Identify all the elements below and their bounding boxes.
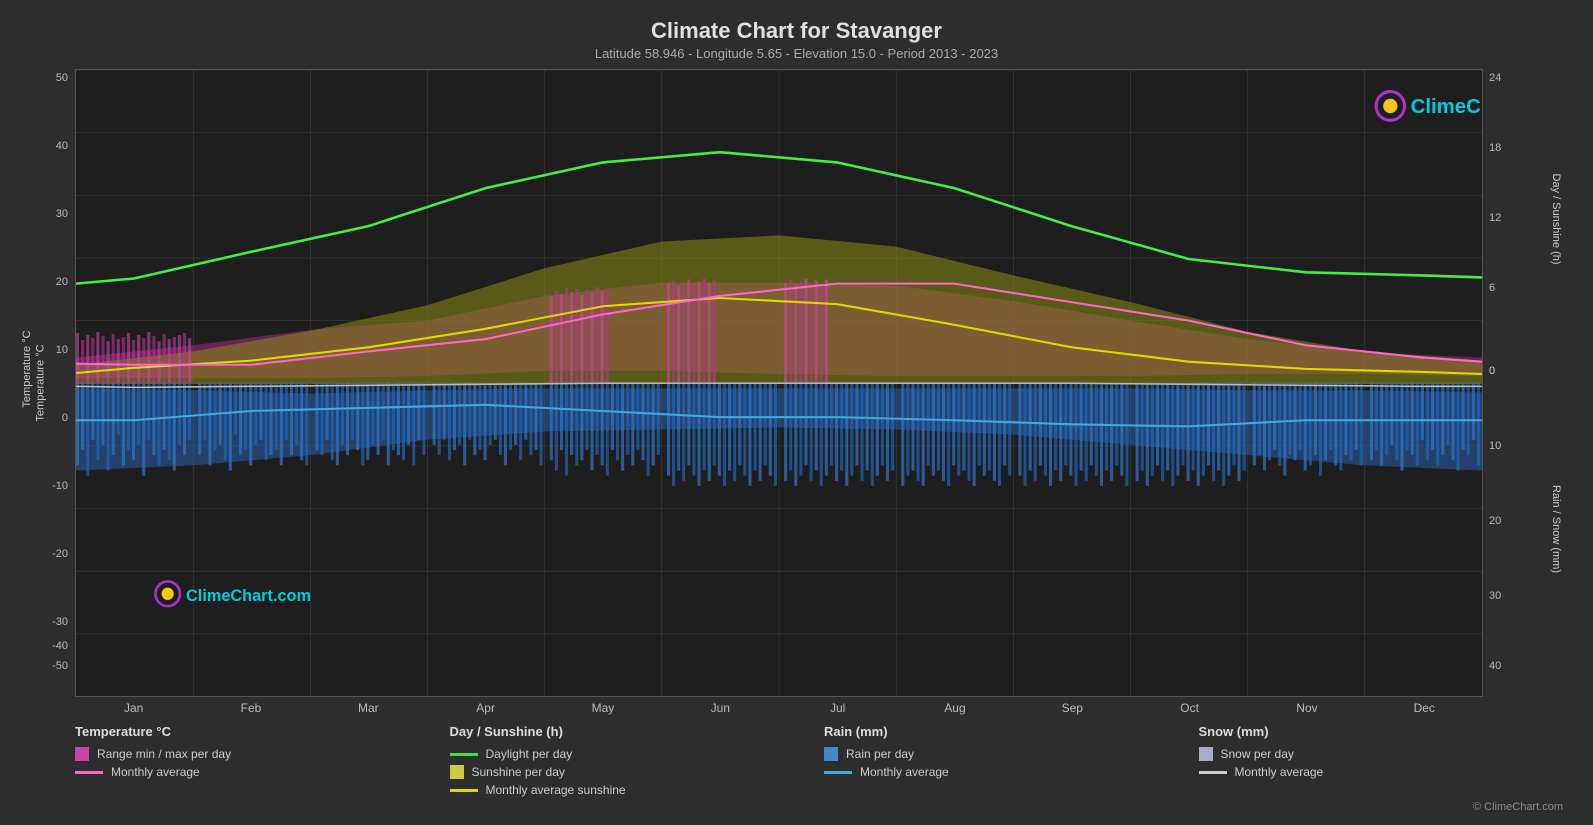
legend-col-sunshine: Day / Sunshine (h) Daylight per day Suns…: [450, 724, 825, 797]
swatch-range: [75, 747, 89, 761]
svg-text:24: 24: [1489, 72, 1501, 84]
y-right-svg: 24 18 12 6 0 0 10 20 30 40 Day / Sunshin…: [1483, 69, 1573, 697]
legend-col-temperature: Temperature °C Range min / max per day M…: [75, 724, 450, 797]
legend-item-monthly-avg-sunshine: Monthly average sunshine: [450, 783, 825, 797]
legend-label-sunshine-per-day: Sunshine per day: [472, 765, 565, 779]
copyright: © ClimeChart.com: [20, 801, 1573, 815]
svg-text:-20: -20: [52, 548, 68, 560]
chart-wrapper: Temperature °C 50 40 30 20 10 0 -10 -20 …: [20, 69, 1573, 697]
x-label-aug: Aug: [896, 697, 1013, 716]
svg-text:50: 50: [56, 72, 68, 84]
line-monthly-avg-temp: [75, 771, 103, 774]
legend-label-rain-per-day: Rain per day: [846, 747, 914, 761]
x-axis: Jan Feb Mar Apr May Jun Jul Aug Sep Oct …: [75, 697, 1483, 716]
chart-subtitle: Latitude 58.946 - Longitude 5.65 - Eleva…: [20, 46, 1573, 61]
legend-item-sunshine-per-day: Sunshine per day: [450, 765, 825, 779]
swatch-sunshine: [450, 765, 464, 779]
line-monthly-avg-rain: [824, 771, 852, 774]
x-label-apr: Apr: [427, 697, 544, 716]
legend-col-title-temp: Temperature °C: [75, 724, 450, 739]
x-label-nov: Nov: [1248, 697, 1365, 716]
title-section: Climate Chart for Stavanger Latitude 58.…: [20, 10, 1573, 65]
legend-item-monthly-avg-temp: Monthly average: [75, 765, 450, 779]
svg-text:-30: -30: [52, 616, 68, 628]
line-monthly-avg-snow: [1199, 771, 1227, 774]
y-axis-right: 24 18 12 6 0 0 10 20 30 40 Day / Sunshin…: [1483, 69, 1573, 697]
svg-text:0: 0: [1489, 365, 1495, 377]
y-left-svg: 50 40 30 20 10 0 -10 -20 -30 -40 -50 Tem…: [20, 69, 75, 697]
legend-label-monthly-avg-snow: Monthly average: [1235, 765, 1324, 779]
y-axis-left: Temperature °C 50 40 30 20 10 0 -10 -20 …: [20, 69, 75, 697]
svg-text:30: 30: [1489, 590, 1501, 602]
svg-text:40: 40: [56, 140, 68, 152]
x-label-sep: Sep: [1014, 697, 1131, 716]
svg-text:6: 6: [1489, 282, 1495, 294]
x-label-mar: Mar: [310, 697, 427, 716]
legend-col-snow: Snow (mm) Snow per day Monthly average: [1199, 724, 1574, 797]
legend-item-rain-per-day: Rain per day: [824, 747, 1199, 761]
legend-label-snow-per-day: Snow per day: [1221, 747, 1294, 761]
chart-svg: ClimeChart.com ClimeChart.com: [76, 70, 1482, 696]
svg-text:10: 10: [1489, 440, 1501, 452]
svg-text:-50: -50: [52, 660, 68, 672]
svg-text:-10: -10: [52, 480, 68, 492]
line-monthly-avg-sunshine: [450, 789, 478, 792]
svg-text:10: 10: [56, 344, 68, 356]
svg-text:Rain / Snow (mm): Rain / Snow (mm): [1550, 485, 1562, 573]
svg-text:30: 30: [56, 208, 68, 220]
legend-item-monthly-avg-snow: Monthly average: [1199, 765, 1574, 779]
svg-text:ClimeChart.com: ClimeChart.com: [186, 587, 311, 605]
svg-text:Day / Sunshine (h): Day / Sunshine (h): [1550, 173, 1562, 264]
svg-text:40: 40: [1489, 660, 1501, 672]
legend-col-title-sunshine: Day / Sunshine (h): [450, 724, 825, 739]
legend-label-monthly-avg-temp: Monthly average: [111, 765, 200, 779]
x-label-dec: Dec: [1366, 697, 1483, 716]
legend-col-title-snow: Snow (mm): [1199, 724, 1574, 739]
svg-text:20: 20: [56, 276, 68, 288]
x-label-jul: Jul: [779, 697, 896, 716]
svg-text:Temperature °C: Temperature °C: [21, 330, 33, 407]
legend-col-rain: Rain (mm) Rain per day Monthly average: [824, 724, 1199, 797]
legend-section: Temperature °C Range min / max per day M…: [20, 716, 1573, 801]
legend-label-monthly-avg-sunshine: Monthly average sunshine: [486, 783, 626, 797]
x-label-jun: Jun: [662, 697, 779, 716]
x-label-jan: Jan: [75, 697, 192, 716]
swatch-rain: [824, 747, 838, 761]
swatch-snow: [1199, 747, 1213, 761]
chart-area: ClimeChart.com ClimeChart.com: [75, 69, 1483, 697]
line-daylight: [450, 753, 478, 756]
legend-item-daylight: Daylight per day: [450, 747, 825, 761]
svg-text:ClimeChart.com: ClimeChart.com: [1411, 95, 1482, 118]
legend-item-monthly-avg-rain: Monthly average: [824, 765, 1199, 779]
legend-item-range: Range min / max per day: [75, 747, 450, 761]
svg-text:0: 0: [62, 412, 68, 424]
chart-title: Climate Chart for Stavanger: [20, 18, 1573, 44]
svg-text:20: 20: [1489, 515, 1501, 527]
main-container: Climate Chart for Stavanger Latitude 58.…: [0, 0, 1593, 825]
x-label-may: May: [544, 697, 661, 716]
x-label-feb: Feb: [192, 697, 309, 716]
legend-label-monthly-avg-rain: Monthly average: [860, 765, 949, 779]
legend-col-title-rain: Rain (mm): [824, 724, 1199, 739]
svg-text:-40: -40: [52, 640, 68, 652]
svg-text:12: 12: [1489, 212, 1501, 224]
svg-text:18: 18: [1489, 142, 1501, 154]
legend-item-snow-per-day: Snow per day: [1199, 747, 1574, 761]
legend-label-range: Range min / max per day: [97, 747, 231, 761]
x-label-oct: Oct: [1131, 697, 1248, 716]
legend-label-daylight: Daylight per day: [486, 747, 573, 761]
